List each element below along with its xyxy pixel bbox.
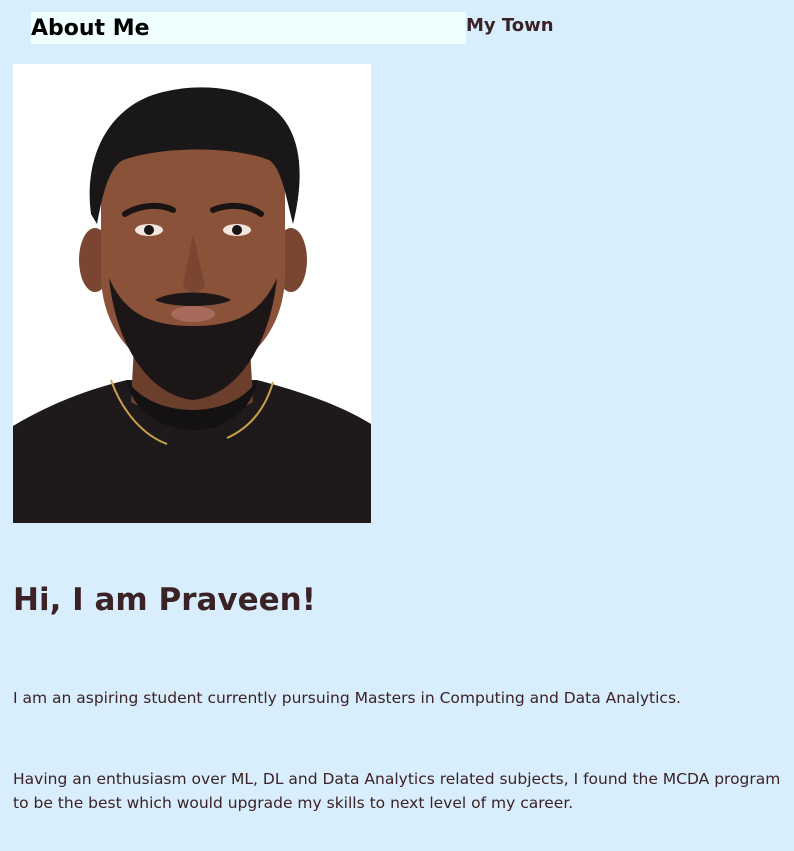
profile-photo: [13, 64, 371, 523]
nav-item-about-me[interactable]: About Me: [31, 12, 466, 44]
top-navigation: About Me My Town: [0, 0, 794, 50]
motivation-paragraph: Having an enthusiasm over ML, DL and Dat…: [13, 770, 781, 812]
page-heading: Hi, I am Praveen!: [13, 582, 316, 618]
nav-item-about-me-label[interactable]: About Me: [31, 15, 150, 43]
profile-photo-illustration: [13, 64, 371, 523]
intro-paragraph: I am an aspiring student currently pursu…: [13, 689, 681, 707]
nav-item-my-town[interactable]: My Town: [466, 14, 554, 38]
